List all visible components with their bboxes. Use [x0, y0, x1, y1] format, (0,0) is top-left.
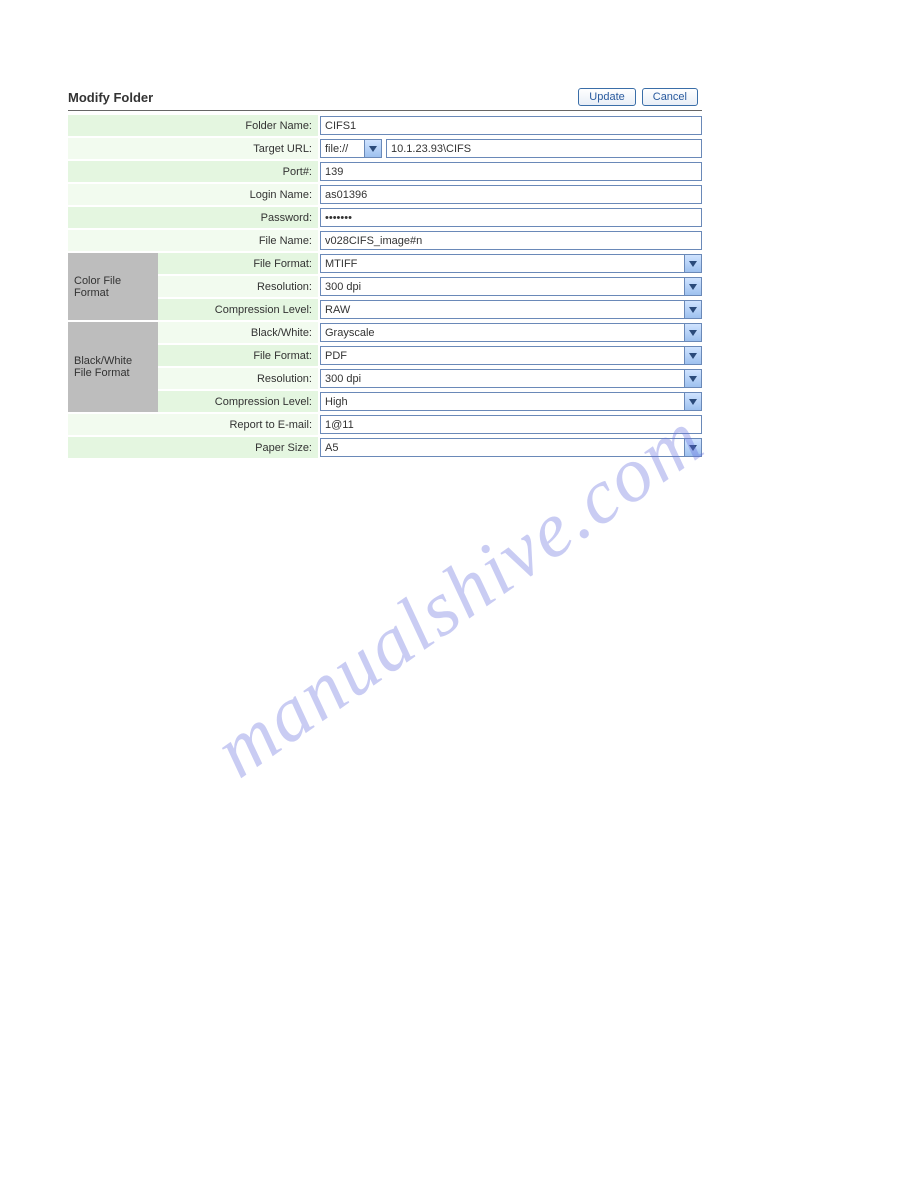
file-name-input[interactable] [320, 231, 702, 250]
login-name-input[interactable] [320, 185, 702, 204]
color-file-format-value: MTIFF [325, 258, 684, 270]
folder-name-label: Folder Name: [68, 115, 318, 136]
paper-size-label: Paper Size: [68, 437, 318, 458]
bw-file-format-value: PDF [325, 350, 684, 362]
header-buttons: Update Cancel [578, 88, 702, 106]
modify-folder-panel: Modify Folder Update Cancel Folder Name:… [68, 88, 702, 460]
panel-title: Modify Folder [68, 90, 153, 105]
bw-mode-select[interactable]: Grayscale [320, 323, 702, 342]
report-email-label: Report to E-mail: [68, 414, 318, 435]
color-compression-label: Compression Level: [158, 299, 318, 320]
port-label: Port#: [68, 161, 318, 182]
password-label: Password: [68, 207, 318, 228]
bw-compression-label: Compression Level: [158, 391, 318, 412]
panel-header: Modify Folder Update Cancel [68, 88, 702, 111]
paper-size-select[interactable]: A5 [320, 438, 702, 457]
chevron-down-icon [364, 140, 381, 157]
bw-resolution-label: Resolution: [158, 368, 318, 389]
bw-file-format-label: File Format: [158, 345, 318, 366]
color-resolution-value: 300 dpi [325, 281, 684, 293]
bw-resolution-select[interactable]: 300 dpi [320, 369, 702, 388]
target-url-label: Target URL: [68, 138, 318, 159]
color-file-format-select[interactable]: MTIFF [320, 254, 702, 273]
bw-file-format-select[interactable]: PDF [320, 346, 702, 365]
target-protocol-value: file:// [325, 143, 364, 155]
login-name-label: Login Name: [68, 184, 318, 205]
file-name-label: File Name: [68, 230, 318, 251]
color-group-label: Color File Format [68, 253, 158, 320]
form-table: Folder Name: Target URL: file:// Port#: … [68, 113, 702, 460]
bw-resolution-value: 300 dpi [325, 373, 684, 385]
color-compression-value: RAW [325, 304, 684, 316]
cancel-button[interactable]: Cancel [642, 88, 698, 106]
chevron-down-icon [684, 301, 701, 318]
color-file-format-label: File Format: [158, 253, 318, 274]
chevron-down-icon [684, 439, 701, 456]
chevron-down-icon [684, 393, 701, 410]
update-button[interactable]: Update [578, 88, 635, 106]
chevron-down-icon [684, 278, 701, 295]
color-compression-select[interactable]: RAW [320, 300, 702, 319]
bw-mode-value: Grayscale [325, 327, 684, 339]
target-protocol-select[interactable]: file:// [320, 139, 382, 158]
bw-compression-value: High [325, 396, 684, 408]
chevron-down-icon [684, 370, 701, 387]
color-resolution-select[interactable]: 300 dpi [320, 277, 702, 296]
report-email-input[interactable] [320, 415, 702, 434]
chevron-down-icon [684, 255, 701, 272]
color-resolution-label: Resolution: [158, 276, 318, 297]
paper-size-value: A5 [325, 442, 684, 454]
bw-mode-label: Black/White: [158, 322, 318, 343]
target-host-input[interactable] [386, 139, 702, 158]
port-input[interactable] [320, 162, 702, 181]
password-input[interactable] [320, 208, 702, 227]
bw-compression-select[interactable]: High [320, 392, 702, 411]
chevron-down-icon [684, 347, 701, 364]
folder-name-input[interactable] [320, 116, 702, 135]
bw-group-label: Black/White File Format [68, 322, 158, 412]
chevron-down-icon [684, 324, 701, 341]
